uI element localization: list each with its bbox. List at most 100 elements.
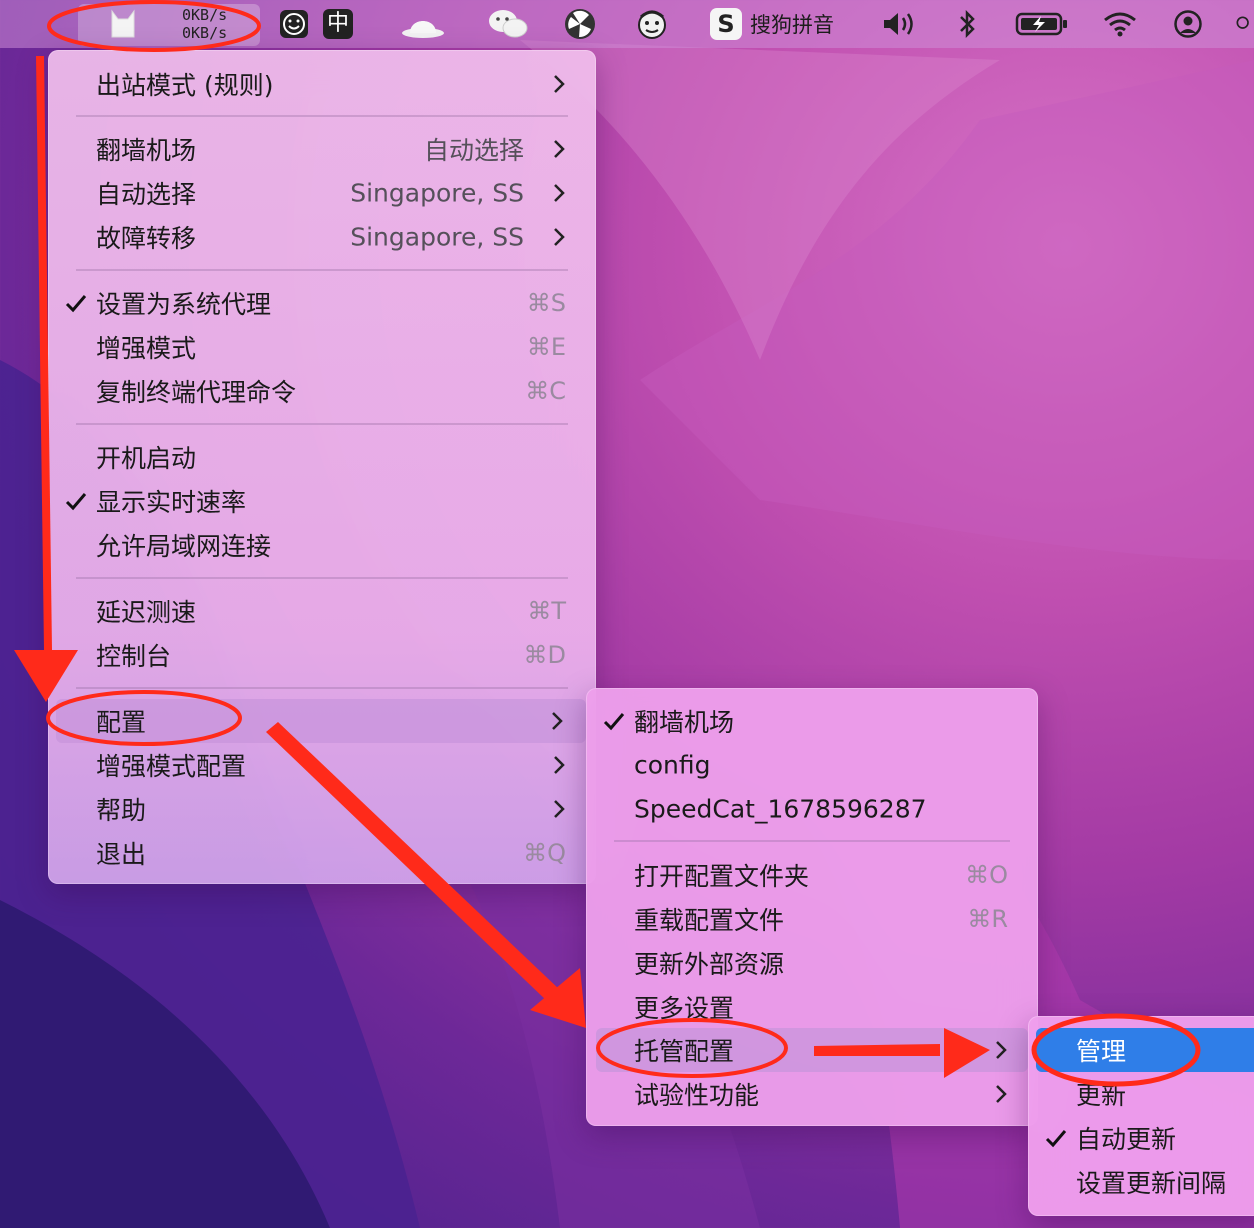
chevron-right-icon xyxy=(554,800,565,818)
menu-item-label: 配置 xyxy=(96,708,147,737)
wechat-icon[interactable] xyxy=(486,0,530,48)
submenu-item-profile-config[interactable]: config xyxy=(586,743,1038,787)
menu-item-enhanced-mode[interactable]: 增强模式 ⌘E xyxy=(48,325,596,369)
menu-item-config[interactable]: 配置 xyxy=(56,699,586,743)
chevron-right-icon xyxy=(554,140,565,158)
menu-separator xyxy=(76,423,568,425)
chevron-right-icon xyxy=(996,1085,1007,1103)
sogou-label: 搜狗拼音 xyxy=(750,13,834,37)
submenu-item-profile-speedcat[interactable]: SpeedCat_1678596287 xyxy=(586,787,1038,831)
submenu-item-update-interval[interactable]: 设置更新间隔 xyxy=(1028,1160,1254,1204)
menu-item-label: 设置更新间隔 xyxy=(1076,1169,1227,1198)
menu-item-shortcut: ⌘E xyxy=(526,333,566,361)
submenu-item-profile-airport[interactable]: 翻墙机场 xyxy=(586,699,1038,743)
download-speed: 0KB/s xyxy=(182,24,228,42)
menu-item-proxy-group[interactable]: 翻墙机场 自动选择 xyxy=(48,127,596,171)
menu-item-shortcut: ⌘C xyxy=(525,377,566,405)
menu-item-shortcut: ⌘S xyxy=(526,289,566,317)
menu-item-enhanced-mode-config[interactable]: 增强模式配置 xyxy=(48,743,596,787)
menu-item-label: config xyxy=(634,750,711,780)
speed-readout: 0KB/s 0KB/s xyxy=(182,6,227,42)
submenu-item-managed-config[interactable]: 托管配置 xyxy=(596,1028,1028,1072)
menu-item-help[interactable]: 帮助 xyxy=(48,787,596,831)
menu-item-label: 翻墙机场 xyxy=(96,136,197,165)
menu-item-quit[interactable]: 退出 ⌘Q xyxy=(48,831,596,875)
menu-separator xyxy=(76,577,568,579)
battery-icon[interactable] xyxy=(1012,0,1072,48)
menu-item-label: 增强模式配置 xyxy=(96,752,247,781)
menu-item-label: 管理 xyxy=(1076,1037,1127,1066)
input-method-label: 中 xyxy=(323,9,353,39)
menu-item-shortcut: ⌘R xyxy=(967,905,1008,933)
menu-item-label: 允许局域网连接 xyxy=(96,532,272,561)
fan-icon[interactable] xyxy=(560,0,600,48)
user-icon[interactable] xyxy=(1170,0,1206,48)
submenu-item-update-resources[interactable]: 更新外部资源 xyxy=(586,941,1038,985)
menu-item-launch-at-login[interactable]: 开机启动 xyxy=(48,435,596,479)
cat-icon[interactable] xyxy=(98,0,148,48)
chevron-right-icon xyxy=(554,756,565,774)
chevron-right-icon xyxy=(554,75,565,93)
menu-item-system-proxy[interactable]: 设置为系统代理 ⌘S xyxy=(48,281,596,325)
checkmark-icon xyxy=(65,493,87,511)
managed-config-submenu: 管理 更新 自动更新 设置更新间隔 xyxy=(1028,1016,1254,1216)
clash-main-menu: 出站模式 (规则) 翻墙机场 自动选择 自动选择 Singapore, SS 故… xyxy=(48,50,596,884)
submenu-item-open-config-folder[interactable]: 打开配置文件夹 ⌘O xyxy=(586,853,1038,897)
submenu-item-update[interactable]: 更新 xyxy=(1028,1072,1254,1116)
menu-item-label: 帮助 xyxy=(96,796,147,825)
chevron-right-icon xyxy=(554,184,565,202)
menu-item-label: 更多设置 xyxy=(634,994,735,1023)
menu-item-shortcut: ⌘T xyxy=(527,597,566,625)
submenu-item-more-settings[interactable]: 更多设置 xyxy=(586,985,1038,1029)
submenu-item-experimental[interactable]: 试验性功能 xyxy=(586,1072,1038,1116)
face-icon[interactable] xyxy=(632,0,672,48)
menu-item-label: 增强模式 xyxy=(96,334,197,363)
menu-item-label: 设置为系统代理 xyxy=(96,290,272,319)
menu-item-outbound-mode[interactable]: 出站模式 (规则) xyxy=(48,62,596,106)
checkmark-icon xyxy=(65,295,87,313)
menu-item-copy-terminal-proxy[interactable]: 复制终端代理命令 ⌘C xyxy=(48,369,596,413)
menu-item-label: 自动更新 xyxy=(1076,1125,1177,1154)
zhong-icon[interactable]: 中 xyxy=(320,0,356,48)
menu-separator xyxy=(614,840,1010,842)
menu-separator xyxy=(76,687,568,689)
menu-item-auto-select[interactable]: 自动选择 Singapore, SS xyxy=(48,171,596,215)
menu-item-label: 出站模式 (规则) xyxy=(96,71,274,100)
menu-item-label: 更新 xyxy=(1076,1081,1127,1110)
menu-item-label: SpeedCat_1678596287 xyxy=(634,794,927,824)
menu-item-value: 自动选择 xyxy=(423,136,524,165)
submenu-item-manage[interactable]: 管理 xyxy=(1036,1028,1254,1072)
search-icon[interactable] xyxy=(1234,0,1254,48)
menu-item-label: 延迟测速 xyxy=(96,598,197,627)
sogou-icon[interactable]: S 搜狗拼音 xyxy=(710,0,850,48)
menu-item-label: 翻墙机场 xyxy=(634,708,735,737)
checkmark-icon xyxy=(603,713,625,731)
menu-item-failover[interactable]: 故障转移 Singapore, SS xyxy=(48,215,596,259)
wifi-icon[interactable] xyxy=(1100,0,1140,48)
menu-bar: 0KB/s 0KB/s 中 S 搜狗拼音 xyxy=(0,0,1254,48)
menu-item-value: Singapore, SS xyxy=(350,178,524,208)
volume-icon[interactable] xyxy=(878,0,922,48)
menu-item-label: 开机启动 xyxy=(96,444,197,473)
menu-item-label: 自动选择 xyxy=(96,180,197,209)
smiley-icon[interactable] xyxy=(276,0,312,48)
hat-icon[interactable] xyxy=(398,0,448,48)
checkmark-icon xyxy=(1045,1130,1067,1148)
menu-item-label: 控制台 xyxy=(96,642,172,671)
bluetooth-icon[interactable] xyxy=(950,0,984,48)
menu-item-dashboard[interactable]: 控制台 ⌘D xyxy=(48,633,596,677)
menu-item-label: 复制终端代理命令 xyxy=(96,378,297,407)
menu-item-label: 打开配置文件夹 xyxy=(634,862,810,891)
chevron-right-icon xyxy=(554,228,565,246)
menu-item-show-speed[interactable]: 显示实时速率 xyxy=(48,479,596,523)
menu-item-allow-lan[interactable]: 允许局域网连接 xyxy=(48,523,596,567)
menu-item-value: Singapore, SS xyxy=(350,222,524,252)
chevron-right-icon xyxy=(552,712,563,730)
menu-item-label: 退出 xyxy=(96,840,147,869)
menu-item-shortcut: ⌘Q xyxy=(523,839,566,867)
menu-separator xyxy=(76,269,568,271)
submenu-item-auto-update[interactable]: 自动更新 xyxy=(1028,1116,1254,1160)
menu-item-shortcut: ⌘D xyxy=(523,641,566,669)
menu-item-latency-test[interactable]: 延迟测速 ⌘T xyxy=(48,589,596,633)
submenu-item-reload-config[interactable]: 重载配置文件 ⌘R xyxy=(586,897,1038,941)
